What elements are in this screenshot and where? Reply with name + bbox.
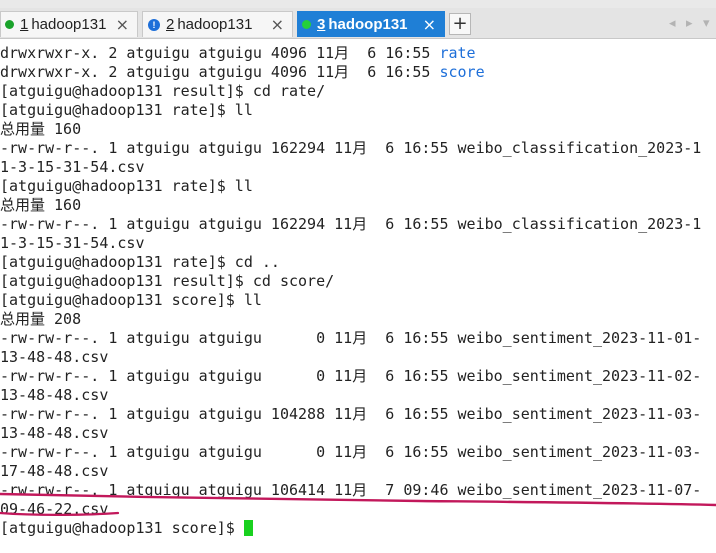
tab-number: 3 (317, 16, 326, 33)
tab-bar: 1 hadoop131 × ! 2 hadoop131 × 3 hadoop13… (0, 8, 716, 39)
close-icon[interactable]: × (116, 15, 129, 34)
annotation-underline (0, 492, 716, 516)
annotation-underline-stroke (0, 492, 716, 507)
prev-tab-icon[interactable]: ◂ (669, 16, 676, 31)
close-icon[interactable]: × (271, 15, 284, 34)
close-icon[interactable]: × (423, 15, 436, 34)
tab-session-2[interactable]: ! 2 hadoop131 × (142, 11, 293, 37)
info-icon: ! (148, 18, 160, 31)
tab-number: 1 (20, 16, 29, 33)
tab-label: hadoop131 (31, 16, 107, 33)
green-dot-icon (5, 20, 14, 29)
terminal-output[interactable]: drwxrwxr-x. 2 atguigu atguigu 4096 11月 6… (0, 39, 716, 553)
tab-session-1[interactable]: 1 hadoop131 × (0, 11, 138, 37)
tab-menu-icon[interactable]: ▾ (703, 16, 710, 31)
tab-session-3[interactable]: 3 hadoop131 × (297, 11, 445, 37)
add-tab-button[interactable]: + (449, 13, 471, 35)
tab-label: hadoop131 (177, 16, 253, 33)
tab-number: 2 (166, 16, 175, 33)
tab-label: hadoop131 (328, 16, 408, 33)
next-tab-icon[interactable]: ▸ (686, 16, 693, 31)
green-dot-icon (302, 20, 311, 29)
window-title-strip (0, 0, 716, 8)
annotation-underline-tail (0, 511, 120, 516)
